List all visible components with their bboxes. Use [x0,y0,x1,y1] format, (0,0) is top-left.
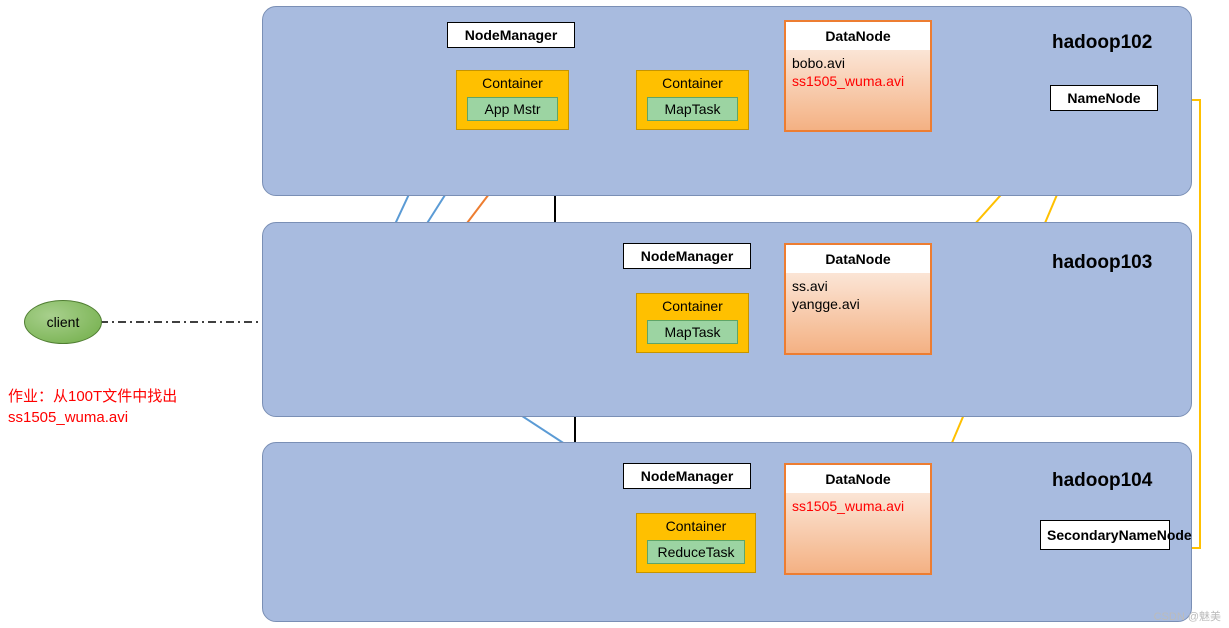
app-master-task: App Mstr [467,97,558,121]
nodemanager-103: NodeManager [623,243,751,269]
snn-label: SecondaryNameNode [1047,527,1192,543]
maptask-103: MapTask [647,320,738,344]
container-appmstr: Container App Mstr [456,70,569,130]
nm-label-104: NodeManager [641,468,734,484]
host-label-103: hadoop103 [1052,252,1152,274]
host-label-102: hadoop102 [1052,32,1152,54]
client-node: client [24,300,102,344]
nodemanager-102: NodeManager [447,22,575,48]
reducetask-104: ReduceTask [647,540,745,564]
container-reducetask: Container ReduceTask [636,513,756,573]
host-label-104: hadoop104 [1052,470,1152,492]
container-maptask-103: Container MapTask [636,293,749,353]
datanode-title-104: DataNode [786,465,930,493]
nodemanager-104: NodeManager [623,463,751,489]
container-title-2: Container [637,75,748,91]
nm-label-102: NodeManager [465,27,558,43]
datanode-103: DataNode ss.avi yangge.avi [784,243,932,355]
watermark-credit: CSDN @魅美 [1154,608,1221,624]
dn102-file2: ss1505_wuma.avi [792,73,924,91]
dn102-file1: bobo.avi [792,55,924,73]
maptask-102: MapTask [647,97,738,121]
job-description: 作业：从100T文件中找出 ss1505_wuma.avi [8,386,177,428]
datanode-102: DataNode bobo.avi ss1505_wuma.avi [784,20,932,132]
job-line1: 作业：从100T文件中找出 [8,386,177,407]
job-line2: ss1505_wuma.avi [8,407,177,428]
secondary-namenode: SecondaryNameNode [1040,520,1170,550]
container-title-3: Container [637,298,748,314]
datanode-104: DataNode ss1505_wuma.avi [784,463,932,575]
nn-label: NameNode [1067,90,1140,106]
namenode: NameNode [1050,85,1158,111]
container-maptask-102: Container MapTask [636,70,749,130]
nm-label-103: NodeManager [641,248,734,264]
client-label: client [47,314,80,330]
datanode-title-103: DataNode [786,245,930,273]
container-title-1: Container [457,75,568,91]
dn103-file1: ss.avi [792,278,924,296]
container-title-4: Container [637,518,755,534]
datanode-title-102: DataNode [786,22,930,50]
dn104-file1: ss1505_wuma.avi [792,498,924,516]
dn103-file2: yangge.avi [792,296,924,314]
